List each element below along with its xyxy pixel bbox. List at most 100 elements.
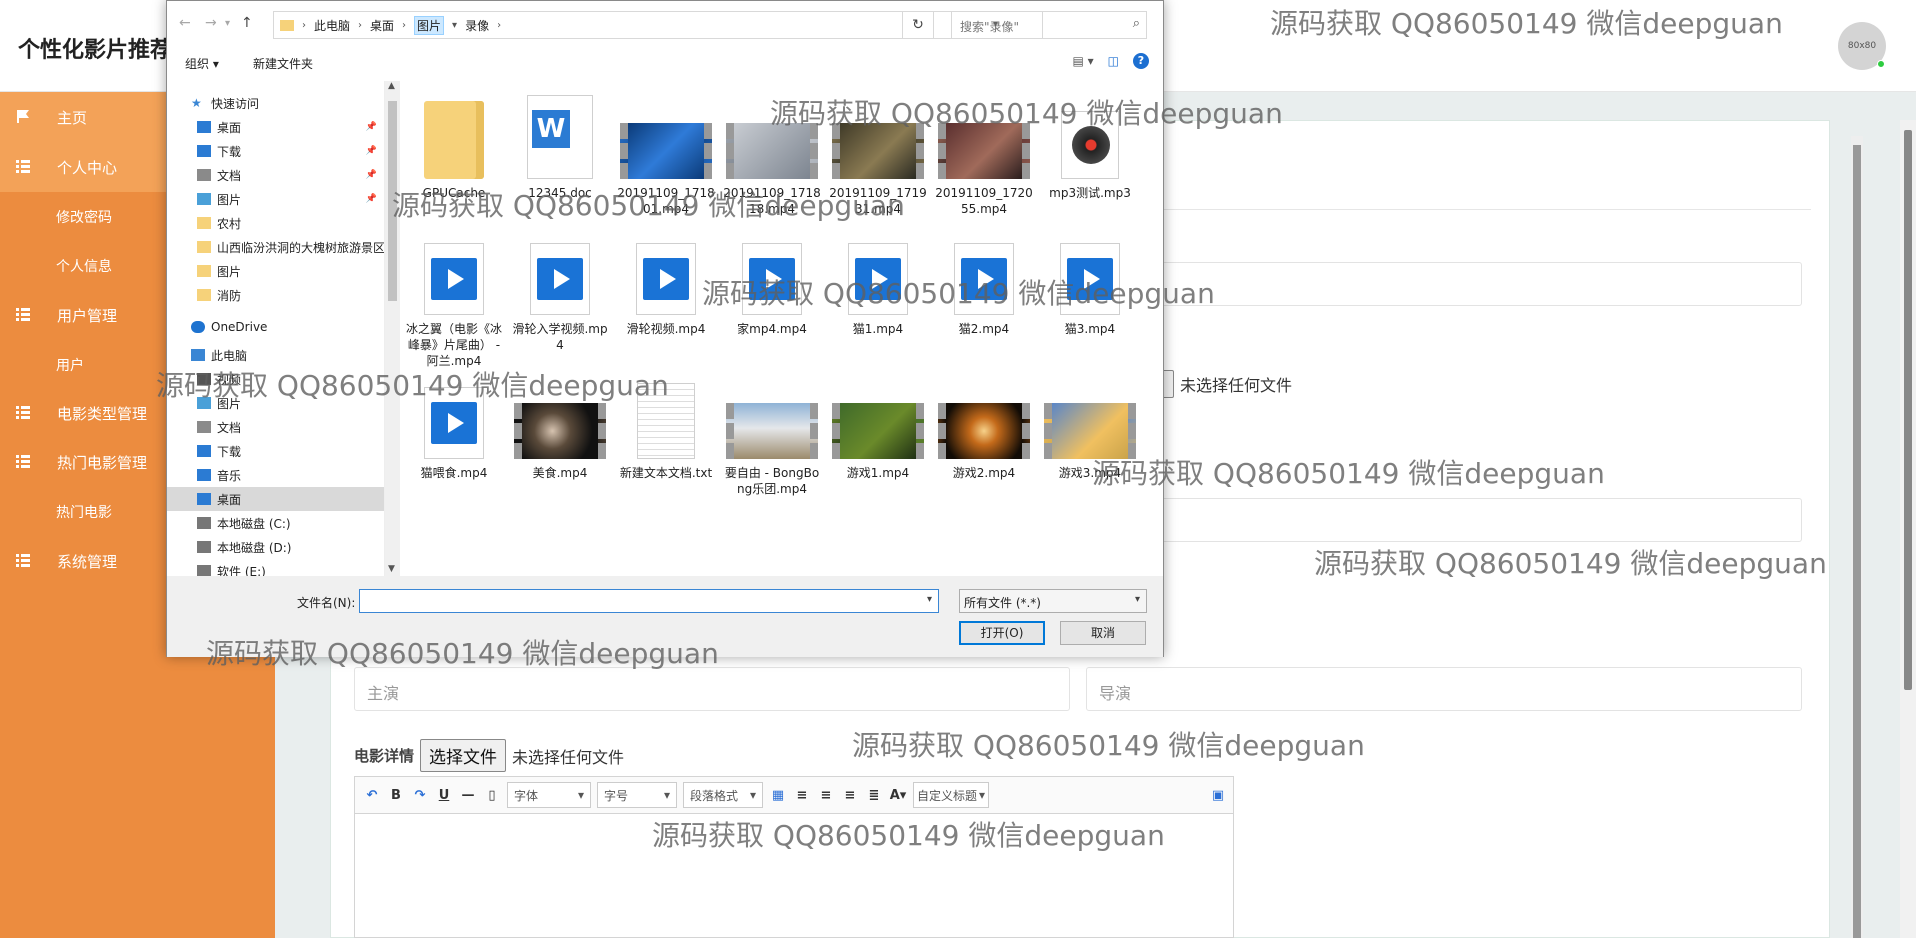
file-item[interactable]: 猫1.mp4: [828, 227, 928, 337]
file-item[interactable]: 猫喂食.mp4: [404, 371, 504, 481]
video-icon: [197, 373, 211, 385]
clear-format-icon[interactable]: ▯: [483, 784, 501, 806]
file-item[interactable]: 20191109_171801.mp4: [616, 91, 716, 217]
nav-tree-item[interactable]: 音乐: [167, 463, 384, 487]
search-input[interactable]: 搜索"录像" ⌕: [951, 11, 1147, 39]
nav-tree-item[interactable]: 图片: [167, 259, 384, 283]
forward-icon[interactable]: →: [205, 15, 217, 31]
file-item[interactable]: GPUCache: [404, 91, 504, 201]
nav-tree-item[interactable]: 山西临汾洪洞的大槐树旅游景区: [167, 235, 384, 259]
file-item[interactable]: 要自由 - BongBong乐团.mp4: [722, 371, 822, 497]
nav-tree-item[interactable]: 桌面 📌: [167, 115, 384, 139]
file-item[interactable]: W 12345.doc: [510, 91, 610, 201]
file-item[interactable]: 游戏3.mp4: [1040, 371, 1140, 481]
page-scrollbar-thumb[interactable]: [1904, 130, 1912, 690]
file-item[interactable]: 美食.mp4: [510, 371, 610, 481]
font-size-select[interactable]: 字号 ▾: [597, 782, 677, 808]
file-item[interactable]: 游戏1.mp4: [828, 371, 928, 481]
file-item[interactable]: 20191109_171818.mp4: [722, 91, 822, 217]
file-item[interactable]: 游戏2.mp4: [934, 371, 1034, 481]
undo-icon[interactable]: ↶: [363, 784, 381, 806]
open-button[interactable]: 打开(O): [959, 621, 1045, 645]
pin-icon: 📌: [365, 194, 377, 204]
paragraph-format-select[interactable]: 段落格式 ▾: [683, 782, 763, 808]
nav-pane-scrollbar-thumb[interactable]: [388, 101, 397, 301]
file-item[interactable]: mp3测试.mp3: [1040, 91, 1140, 201]
align-right-icon[interactable]: ≡: [817, 784, 835, 806]
nav-tree-item[interactable]: 软件 (E:): [167, 559, 384, 576]
bold-icon[interactable]: B: [387, 784, 405, 806]
file-item[interactable]: 20191109_172055.mp4: [934, 91, 1034, 217]
video-thumbnail: [514, 403, 606, 459]
nav-tree-label: 视频: [217, 372, 242, 387]
file-item[interactable]: 家mp4.mp4: [722, 227, 822, 337]
align-left-icon[interactable]: ≡: [793, 784, 811, 806]
nav-tree-label: 此电脑: [211, 348, 248, 363]
preview-pane-icon[interactable]: ◫: [1108, 54, 1119, 68]
director-input[interactable]: 导演: [1086, 667, 1802, 711]
breadcrumb-item[interactable]: 此电脑: [314, 17, 350, 34]
nav-tree-item[interactable]: 本地磁盘 (D:): [167, 535, 384, 559]
breadcrumb-item[interactable]: 图片: [414, 15, 445, 35]
file-item[interactable]: 20191109_171931.mp4: [828, 91, 928, 217]
align-center-icon[interactable]: ≡: [841, 784, 859, 806]
nav-tree-item[interactable]: 此电脑: [167, 343, 384, 367]
panel-scrollbar-thumb[interactable]: [1853, 145, 1861, 938]
help-icon[interactable]: ?: [1133, 53, 1149, 69]
drive-icon: [197, 565, 211, 576]
choose-file-button[interactable]: 选择文件: [420, 739, 507, 772]
redo-icon[interactable]: ↷: [411, 784, 429, 806]
nav-tree-label: 音乐: [217, 468, 242, 483]
file-item[interactable]: 猫3.mp4: [1040, 227, 1140, 337]
recent-locations-icon[interactable]: ▾: [225, 18, 230, 29]
font-color-icon[interactable]: A▾: [889, 784, 907, 806]
sidebar-item-label: 用户管理: [57, 306, 118, 325]
file-item[interactable]: 冰之翼（电影《冰峰暴》片尾曲） - 阿兰.mp4: [404, 227, 504, 369]
video-thumbnail: [620, 123, 712, 179]
nav-tree-item[interactable]: 下载: [167, 439, 384, 463]
file-type-select[interactable]: 所有文件 (*.*) ▾: [959, 589, 1147, 613]
nav-tree-item[interactable]: 本地磁盘 (C:): [167, 511, 384, 535]
nav-tree-item[interactable]: 视频: [167, 367, 384, 391]
font-select[interactable]: 字体 ▾: [507, 782, 591, 808]
breadcrumb-item[interactable]: 录像: [465, 17, 489, 34]
nav-tree-item[interactable]: 文档: [167, 415, 384, 439]
actor-input[interactable]: 主演: [354, 667, 1070, 711]
folder-icon: [197, 265, 211, 277]
nav-tree-item[interactable]: 下载 📌: [167, 139, 384, 163]
chevron-down-icon[interactable]: ▾: [927, 594, 932, 605]
scroll-down-icon[interactable]: ▼: [388, 564, 395, 574]
nav-tree-item[interactable]: 图片: [167, 391, 384, 415]
file-item[interactable]: 滑轮入学视频.mp4: [510, 227, 610, 353]
new-folder-button[interactable]: 新建文件夹: [253, 55, 313, 72]
search-icon[interactable]: ⌕: [1133, 16, 1140, 31]
back-icon[interactable]: ←: [179, 15, 191, 31]
horizontal-rule-icon[interactable]: —: [459, 784, 477, 806]
breadcrumb-item[interactable]: 桌面: [370, 17, 394, 34]
nav-tree-item[interactable]: 农村: [167, 211, 384, 235]
cancel-button[interactable]: 取消: [1060, 621, 1146, 645]
file-name: GPUCache: [422, 186, 486, 200]
nav-tree-item[interactable]: 文档 📌: [167, 163, 384, 187]
nav-tree-item[interactable]: 图片 📌: [167, 187, 384, 211]
sidebar-item-label: 个人信息: [56, 259, 112, 275]
scroll-up-icon[interactable]: ▲: [388, 81, 395, 91]
refresh-button[interactable]: ↻: [902, 11, 934, 39]
underline-icon[interactable]: U: [435, 784, 453, 806]
custom-title-select[interactable]: 自定义标题 ▾: [913, 782, 989, 808]
organize-button[interactable]: 组织 ▾: [185, 55, 219, 72]
nav-tree-item[interactable]: 消防: [167, 283, 384, 307]
file-item[interactable]: 猫2.mp4: [934, 227, 1034, 337]
nav-tree-item[interactable]: 桌面: [167, 487, 384, 511]
nav-tree-item[interactable]: OneDrive: [167, 315, 384, 339]
fullscreen-icon[interactable]: ▣: [1209, 784, 1227, 806]
nav-tree-item[interactable]: ★ 快速访问: [167, 91, 384, 115]
change-view-icon[interactable]: ▤ ▾: [1072, 54, 1093, 68]
file-item[interactable]: 滑轮视频.mp4: [616, 227, 716, 337]
file-item[interactable]: 新建文本文档.txt: [616, 371, 716, 481]
up-icon[interactable]: ↑: [241, 15, 253, 31]
align-justify-icon[interactable]: ≣: [865, 784, 883, 806]
filename-input[interactable]: ▾: [359, 589, 939, 613]
table-icon[interactable]: ▦: [769, 784, 787, 806]
chevron-down-icon[interactable]: ▾: [452, 20, 457, 31]
